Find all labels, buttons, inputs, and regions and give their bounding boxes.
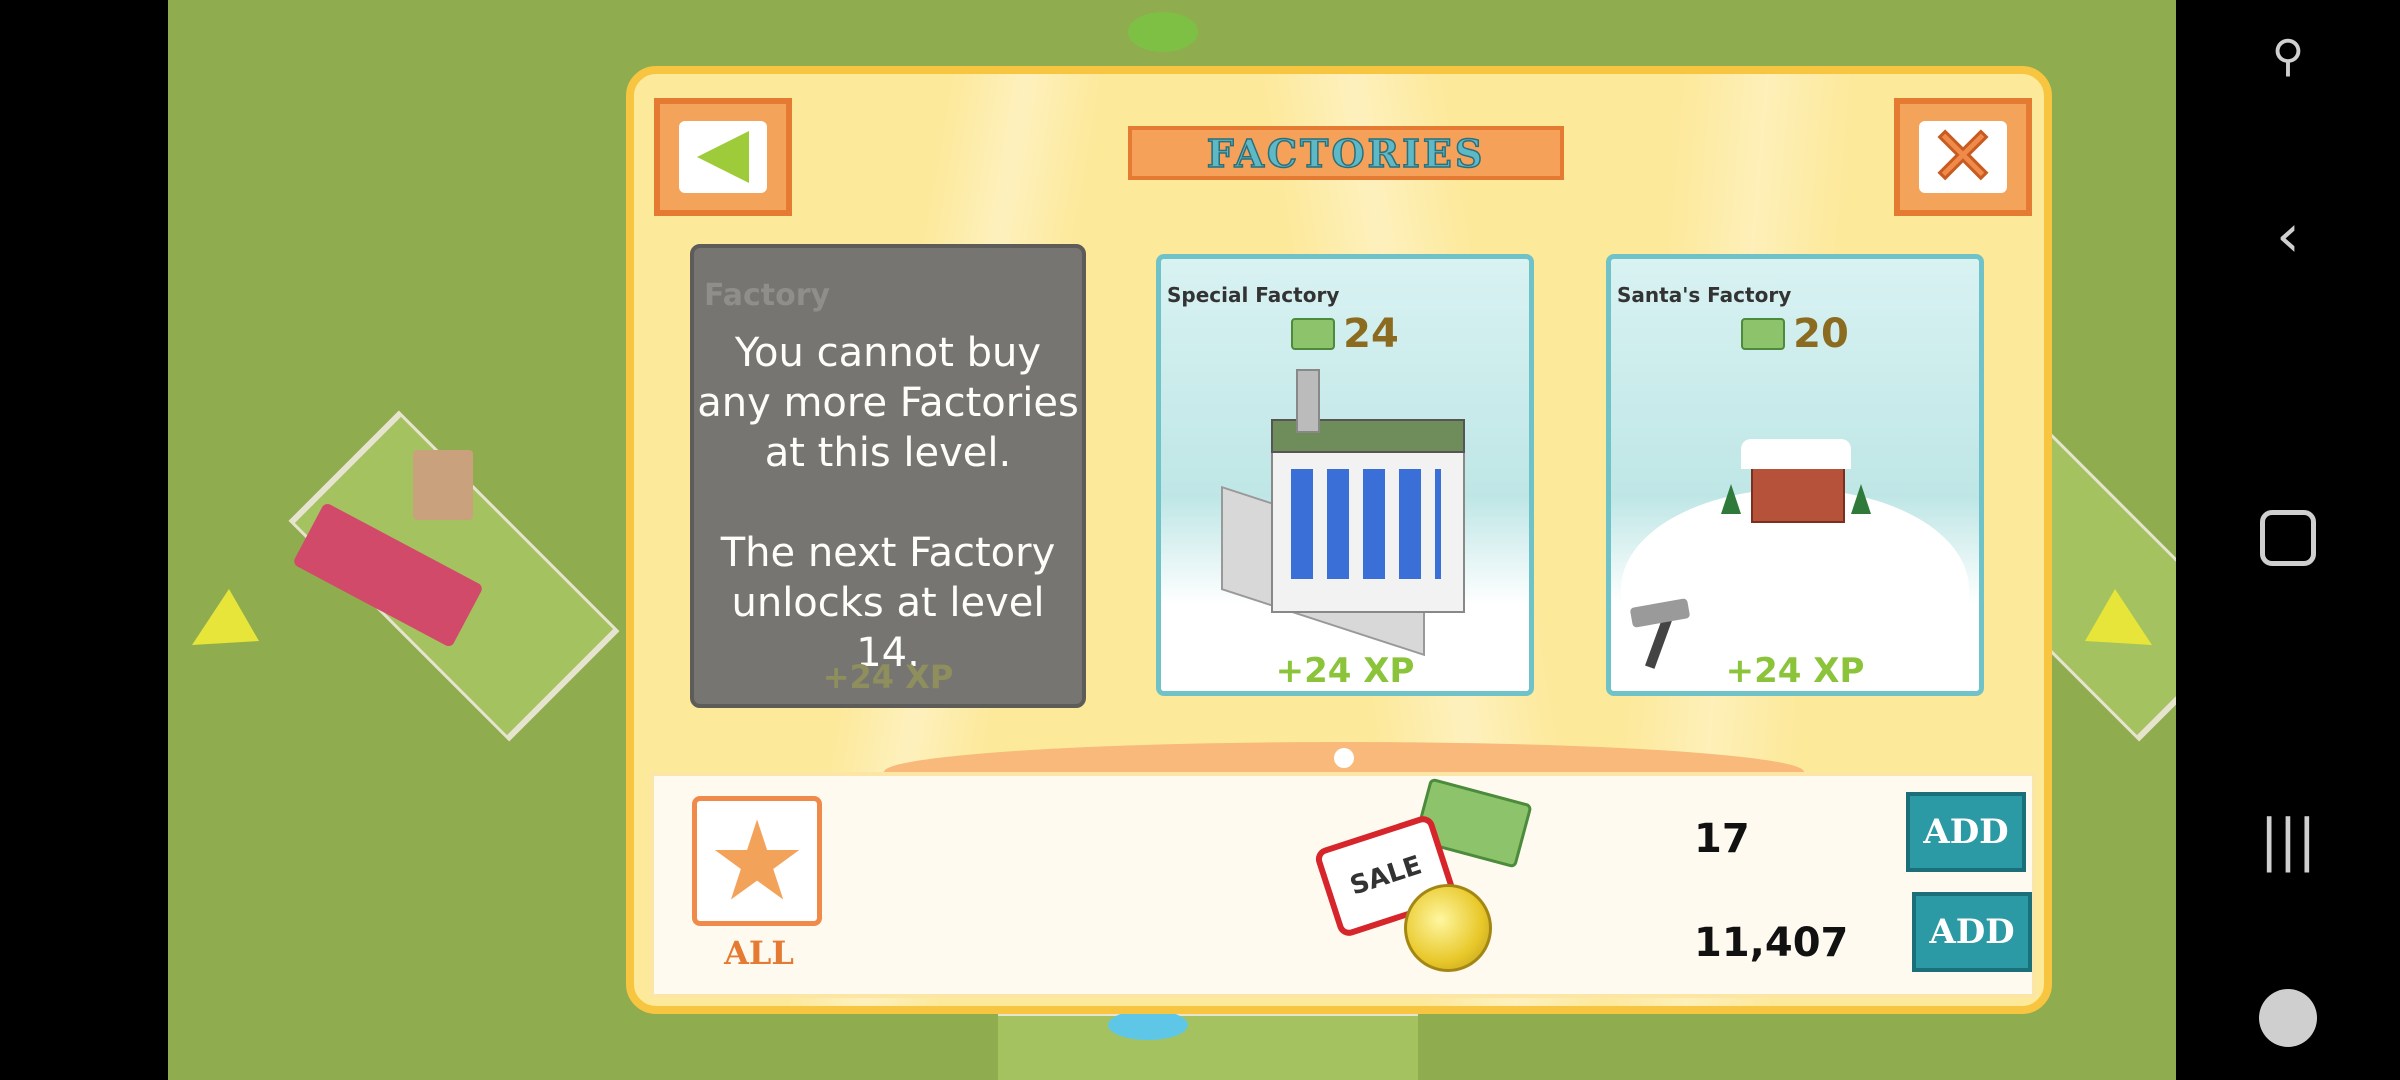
card-xp: +24 XP	[1725, 651, 1865, 691]
locked-factory-card: Factory You cannot buy any more Factorie…	[690, 244, 1086, 708]
game-map: FACTORIES ✕ Factory You cannot buy any m…	[168, 0, 2176, 1080]
map-tile-bottom	[998, 1010, 1418, 1080]
card-name: Special Factory	[1167, 283, 1340, 307]
back-arrow-icon	[697, 131, 749, 183]
add-coins-button[interactable]: ADD	[1912, 892, 2032, 972]
pond-bottom	[1108, 1010, 1188, 1040]
coins-value: 11,407	[1694, 920, 1849, 966]
coin-icon	[1404, 884, 1492, 972]
game-tools-icon[interactable]	[2238, 968, 2338, 1068]
close-x-icon: ✕	[1928, 110, 1998, 203]
card-santas-factory[interactable]: Santa's Factory 20 +24 XP	[1606, 254, 1984, 696]
scroll-left-arrow-icon[interactable]	[177, 589, 259, 671]
cash-value: 17	[1694, 816, 1750, 862]
card-price-value: 20	[1793, 311, 1849, 357]
cash-icon	[1741, 318, 1786, 350]
card-price-value: 24	[1343, 311, 1399, 357]
card-name: Santa's Factory	[1617, 283, 1792, 307]
nav-back-icon[interactable]: ‹	[2238, 186, 2338, 286]
card-xp: +24 XP	[1275, 651, 1415, 691]
nav-recents-icon[interactable]: |||	[2238, 790, 2338, 890]
tree-top	[1128, 12, 1198, 52]
nav-home-icon[interactable]	[2238, 488, 2338, 588]
locked-card-name: Factory	[704, 278, 831, 313]
locked-message: You cannot buy any more Factories at thi…	[697, 330, 1079, 676]
add-cash-button[interactable]: ADD	[1906, 792, 2026, 872]
locked-card-xp: +24 XP	[822, 658, 954, 696]
close-button-inner: ✕	[1919, 115, 2007, 198]
system-nav-bar: ⚲ ‹ |||	[2176, 0, 2400, 1080]
building-small-left	[413, 450, 473, 520]
screen-touch-lock-icon[interactable]: ⚲	[2238, 6, 2338, 106]
back-button[interactable]	[654, 98, 792, 216]
close-button[interactable]: ✕	[1894, 98, 2032, 216]
card-price: 20	[1611, 311, 1979, 357]
star-icon: ★	[707, 797, 807, 925]
factory-building-icon	[1201, 369, 1501, 657]
all-filter-label: ALL	[724, 934, 794, 972]
card-special-factory[interactable]: Special Factory 24 +24 XP	[1156, 254, 1534, 696]
cash-icon	[1291, 318, 1336, 350]
pager-dot-active[interactable]	[1334, 748, 1354, 768]
all-filter-button[interactable]: ★	[692, 796, 822, 926]
santa-factory-building-icon	[1721, 429, 1871, 529]
dialog-title: FACTORIES	[1128, 126, 1564, 180]
card-price: 24	[1161, 311, 1529, 357]
back-button-inner	[679, 121, 767, 193]
